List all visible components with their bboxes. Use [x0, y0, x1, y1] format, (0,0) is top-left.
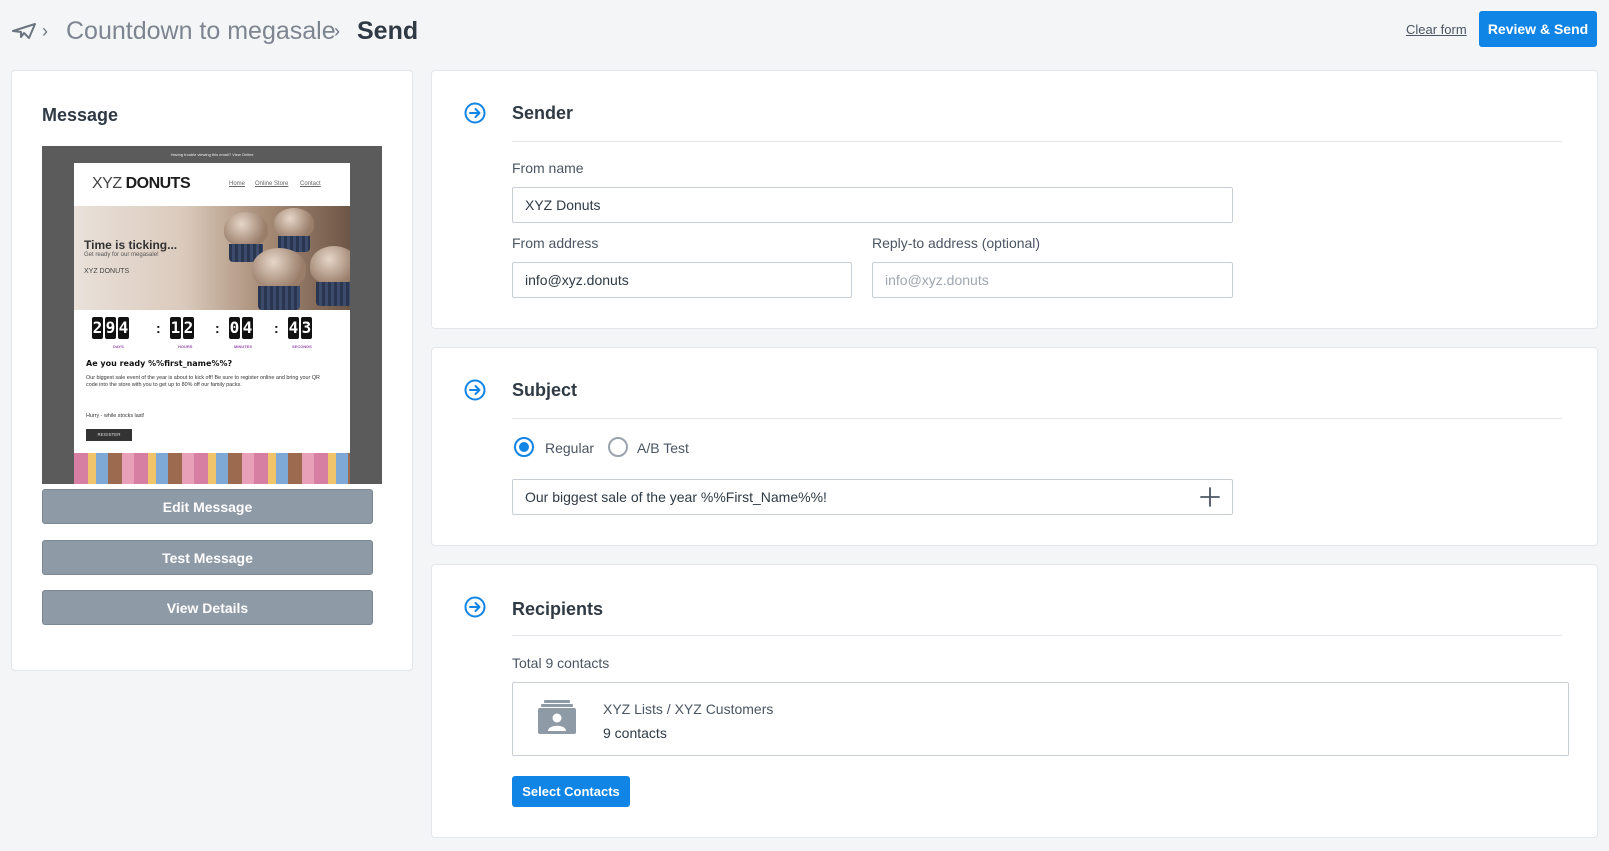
- logo-text-left: XYZ: [92, 175, 126, 192]
- preview-top-note: Having trouble viewing this email? View …: [170, 152, 254, 157]
- reply-to-input[interactable]: [872, 262, 1233, 298]
- subject-title: Subject: [512, 380, 578, 400]
- countdown-colon: :: [156, 320, 161, 336]
- cupcake-image: [310, 246, 350, 284]
- countdown-digit: 2: [92, 317, 103, 339]
- cupcake-image: [316, 282, 350, 306]
- clear-form-link[interactable]: Clear form: [1406, 22, 1467, 37]
- review-send-button[interactable]: Review & Send: [1479, 11, 1597, 47]
- cupcake-image: [252, 248, 306, 288]
- email-preview: Having trouble viewing this email? View …: [42, 146, 382, 484]
- countdown-timer: 294 : 12 : 04 : 43 DAYS HOURS MINUTES SE…: [74, 313, 350, 353]
- countdown-colon: :: [274, 320, 279, 336]
- email-nav-link: Contact: [300, 181, 321, 187]
- email-paragraph: Hurry - while stocks last!: [86, 413, 145, 419]
- radio-ab-test-label[interactable]: A/B Test: [637, 440, 689, 456]
- email-nav-link: Home: [229, 181, 246, 187]
- sender-title: Sender: [512, 103, 574, 123]
- plus-icon[interactable]: [1199, 486, 1221, 508]
- from-address-label: From address: [512, 235, 599, 251]
- contact-list-item[interactable]: XYZ Lists / XYZ Customers 9 contacts: [512, 682, 1569, 756]
- radio-regular[interactable]: [514, 437, 534, 457]
- edit-message-button[interactable]: Edit Message: [42, 489, 373, 524]
- email-body: XYZ DONUTS Home Online Store Contact Tim…: [74, 163, 350, 484]
- top-bar: › Countdown to megasale › Send Clear for…: [0, 0, 1609, 62]
- countdown-digit: 1: [170, 317, 181, 339]
- countdown-digit: 2: [183, 317, 194, 339]
- cupcake-image: [274, 208, 314, 238]
- hero-subtitle: Get ready for our megasale!: [84, 252, 159, 258]
- select-contacts-button[interactable]: Select Contacts: [512, 776, 630, 807]
- email-greeting: Ae you ready %%first_name%%?: [86, 359, 233, 368]
- countdown-digit: 0: [229, 317, 240, 339]
- paper-plane-icon[interactable]: [12, 22, 36, 40]
- contact-list-count: 9 contacts: [603, 725, 667, 741]
- brand-logo: XYZ DONUTS: [92, 175, 191, 193]
- view-details-button[interactable]: View Details: [42, 590, 373, 625]
- recipients-title: Recipients: [512, 599, 604, 619]
- countdown-seconds: 43: [288, 317, 314, 341]
- chevron-right-icon: ›: [334, 21, 340, 41]
- from-name-input[interactable]: [512, 187, 1233, 223]
- hero-mini-logo: XYZ DONUTS: [84, 268, 130, 275]
- countdown-days: 294: [92, 317, 131, 341]
- countdown-digit: 4: [288, 317, 299, 339]
- arrow-circle-right-icon[interactable]: [464, 596, 486, 618]
- hero-title: Time is ticking...: [84, 238, 178, 252]
- countdown-label: DAYS: [113, 344, 124, 349]
- countdown-digit: 4: [242, 317, 253, 339]
- contact-list-icon: [538, 700, 576, 734]
- countdown-label: MINUTES: [234, 344, 252, 349]
- cupcake-image: [224, 212, 268, 246]
- logo-text-right: DONUTS: [125, 175, 191, 192]
- recipients-section: Recipients Total 9 contacts XYZ Lists / …: [431, 564, 1598, 838]
- radio-regular-label[interactable]: Regular: [545, 440, 594, 456]
- email-register-button: REGISTER: [86, 429, 132, 441]
- countdown-colon: :: [215, 320, 220, 336]
- test-message-button[interactable]: Test Message: [42, 540, 373, 575]
- reply-to-label: Reply-to address (optional): [872, 235, 1041, 251]
- countdown-label: SECONDS: [292, 344, 312, 349]
- countdown-hours: 12: [170, 317, 196, 341]
- subject-input[interactable]: [512, 479, 1233, 515]
- contact-list-path: XYZ Lists / XYZ Customers: [603, 701, 774, 717]
- sender-section: Sender From name From address Reply-to a…: [431, 70, 1598, 329]
- cupcake-image: [258, 286, 300, 310]
- section-divider: [512, 141, 1562, 142]
- countdown-digit: 3: [301, 317, 312, 339]
- email-nav-link: Online Store: [255, 181, 289, 187]
- countdown-label: HOURS: [178, 344, 193, 349]
- breadcrumb-parent[interactable]: Countdown to megasale: [66, 16, 336, 46]
- from-name-label: From name: [512, 160, 584, 176]
- arrow-circle-right-icon[interactable]: [464, 379, 486, 401]
- message-card: Message Having trouble viewing this emai…: [11, 70, 413, 671]
- email-header: XYZ DONUTS Home Online Store Contact: [74, 163, 350, 205]
- arrow-circle-right-icon[interactable]: [464, 102, 486, 124]
- section-divider: [512, 635, 1562, 636]
- email-hero-image: Time is ticking... Get ready for our meg…: [74, 206, 350, 310]
- section-divider: [512, 418, 1562, 419]
- radio-ab-test[interactable]: [608, 437, 628, 457]
- from-address-input[interactable]: [512, 262, 852, 298]
- countdown-digit: 4: [118, 317, 129, 339]
- subject-section: Subject Regular A/B Test: [431, 347, 1598, 546]
- email-paragraph: Our biggest sale event of the year is ab…: [86, 375, 320, 388]
- countdown-minutes: 04: [229, 317, 255, 341]
- page-title: Send: [357, 17, 419, 45]
- donuts-image: [74, 453, 350, 484]
- chevron-right-icon: ›: [42, 21, 48, 41]
- total-contacts: Total 9 contacts: [512, 655, 610, 671]
- countdown-digit: 9: [105, 317, 116, 339]
- message-title: Message: [42, 105, 119, 125]
